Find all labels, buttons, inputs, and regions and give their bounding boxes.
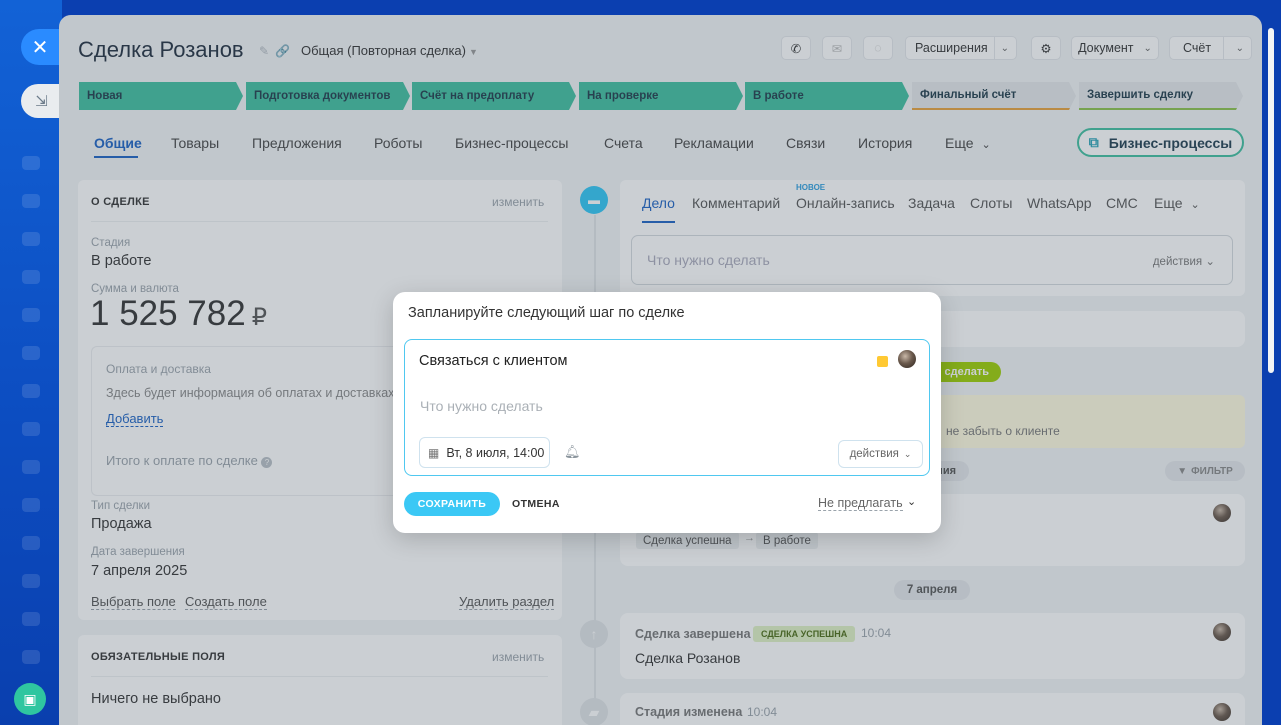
do-not-suggest-dropdown[interactable]: Не предлагать: [818, 496, 903, 511]
rail-icon[interactable]: [22, 194, 40, 208]
rail-icon[interactable]: [22, 156, 40, 170]
rail-icon[interactable]: [22, 346, 40, 360]
actions-label: действия: [849, 448, 899, 460]
dialog-title: Запланируйте следующий шаг по сделке: [408, 305, 685, 321]
next-step-dialog: Запланируйте следующий шаг по сделке Свя…: [393, 292, 941, 533]
rail-icon[interactable]: [22, 460, 40, 474]
rail-icon[interactable]: [22, 536, 40, 550]
save-button[interactable]: СОХРАНИТЬ: [404, 492, 500, 516]
rail-icon[interactable]: [22, 612, 40, 626]
actions-dropdown[interactable]: действия ⌄: [838, 440, 923, 468]
chat-icon[interactable]: ▣: [14, 683, 46, 715]
rail-icon[interactable]: [22, 384, 40, 398]
rail-icon[interactable]: [22, 422, 40, 436]
close-icon[interactable]: ✕: [21, 29, 59, 65]
scrollbar[interactable]: [1268, 28, 1274, 373]
rail-icon[interactable]: [22, 308, 40, 322]
deadline-picker[interactable]: ▦ Вт, 8 июля, 14:00: [419, 437, 550, 468]
chevron-down-icon: ⌄: [903, 448, 912, 459]
rail-icon[interactable]: [22, 650, 40, 664]
download-icon[interactable]: ⇲: [21, 84, 62, 118]
color-picker[interactable]: [877, 356, 888, 367]
calendar-icon: ▦: [428, 445, 440, 460]
task-editor[interactable]: Связаться с клиентом Что нужно сделать ▦…: [404, 339, 930, 476]
task-description-placeholder[interactable]: Что нужно сделать: [420, 398, 543, 414]
chevron-down-icon[interactable]: ⌄: [907, 495, 916, 508]
deadline-value: Вт, 8 июля, 14:00: [446, 445, 545, 460]
cancel-button[interactable]: ОТМЕНА: [512, 498, 560, 510]
rail-icon[interactable]: [22, 574, 40, 588]
bell-icon[interactable]: 🔔︎: [564, 444, 581, 460]
rail-icon[interactable]: [22, 498, 40, 512]
task-title[interactable]: Связаться с клиентом: [419, 353, 568, 369]
rail-icon[interactable]: [22, 270, 40, 284]
responsible-avatar[interactable]: [898, 350, 916, 368]
rail-icon[interactable]: [22, 232, 40, 246]
